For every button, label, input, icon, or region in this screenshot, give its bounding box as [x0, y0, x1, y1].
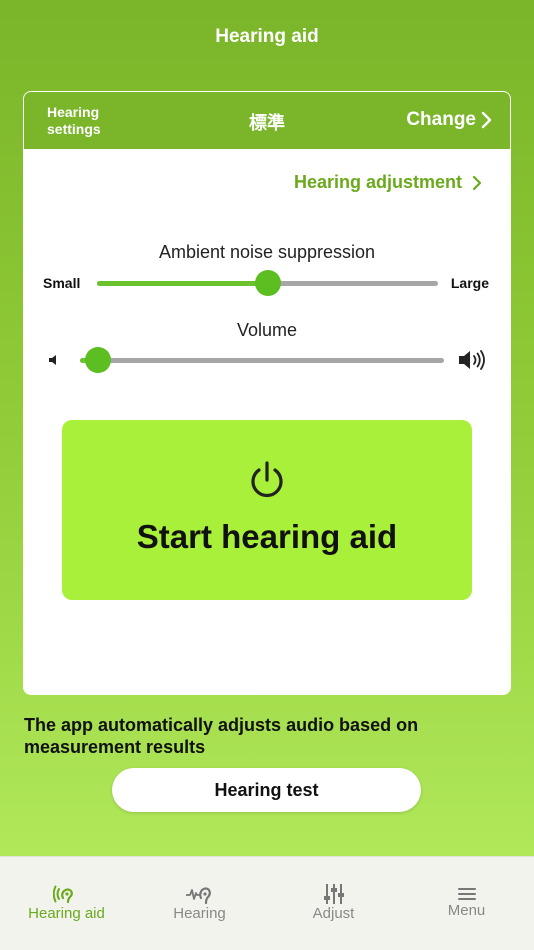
app-screen: Hearing aid Hearing settings 標準 Change H…: [0, 0, 534, 856]
hearing-adjustment-link[interactable]: Hearing adjustment: [294, 172, 482, 193]
hearing-test-icon: [185, 887, 211, 905]
chevron-right-icon: [481, 111, 492, 129]
hearing-card: Hearing settings 標準 Change Hearing adjus…: [23, 91, 511, 695]
tab-label: Hearing aid: [28, 905, 105, 922]
noise-max-label: Large: [450, 275, 489, 291]
hearing-test-button[interactable]: Hearing test: [112, 768, 421, 812]
tab-label: Menu: [447, 902, 486, 919]
hamburger-icon: [457, 888, 476, 900]
tab-bar: Hearing aid Hearing Adjust Menu: [0, 856, 534, 950]
tab-label: Adjust: [312, 905, 355, 922]
tab-adjust[interactable]: Adjust: [267, 857, 400, 937]
power-icon: [251, 461, 283, 498]
volume-low-icon: [49, 355, 56, 365]
ear-wave-icon: [52, 885, 73, 904]
change-button[interactable]: Change: [406, 109, 492, 131]
chevron-right-icon: [472, 175, 482, 190]
sliders-icon: [323, 884, 344, 904]
noise-slider-fill: [97, 281, 268, 286]
noise-slider-label: Ambient noise suppression: [158, 242, 376, 262]
settings-header: Hearing settings 標準 Change: [24, 92, 510, 149]
page-title: Hearing aid: [215, 26, 319, 47]
change-label: Change: [406, 109, 476, 130]
volume-slider-label: Volume: [236, 320, 298, 340]
volume-high-icon: [459, 350, 485, 370]
tab-hearing-aid[interactable]: Hearing aid: [0, 857, 133, 937]
tab-menu[interactable]: Menu: [400, 857, 533, 937]
tab-label: Hearing: [173, 905, 226, 922]
noise-slider-track[interactable]: [97, 270, 438, 296]
noise-min-label: Small: [43, 275, 81, 291]
noise-slider-thumb[interactable]: [255, 270, 281, 296]
start-hearing-aid-button[interactable]: Start hearing aid: [62, 420, 472, 600]
info-text: The app automatically adjusts audio base…: [24, 715, 419, 757]
start-button-label: Start hearing aid: [136, 518, 398, 555]
volume-slider-thumb[interactable]: [85, 347, 111, 373]
tab-hearing[interactable]: Hearing: [133, 857, 266, 937]
volume-slider-track[interactable]: [80, 347, 444, 373]
adjustment-label: Hearing adjustment: [293, 172, 462, 192]
